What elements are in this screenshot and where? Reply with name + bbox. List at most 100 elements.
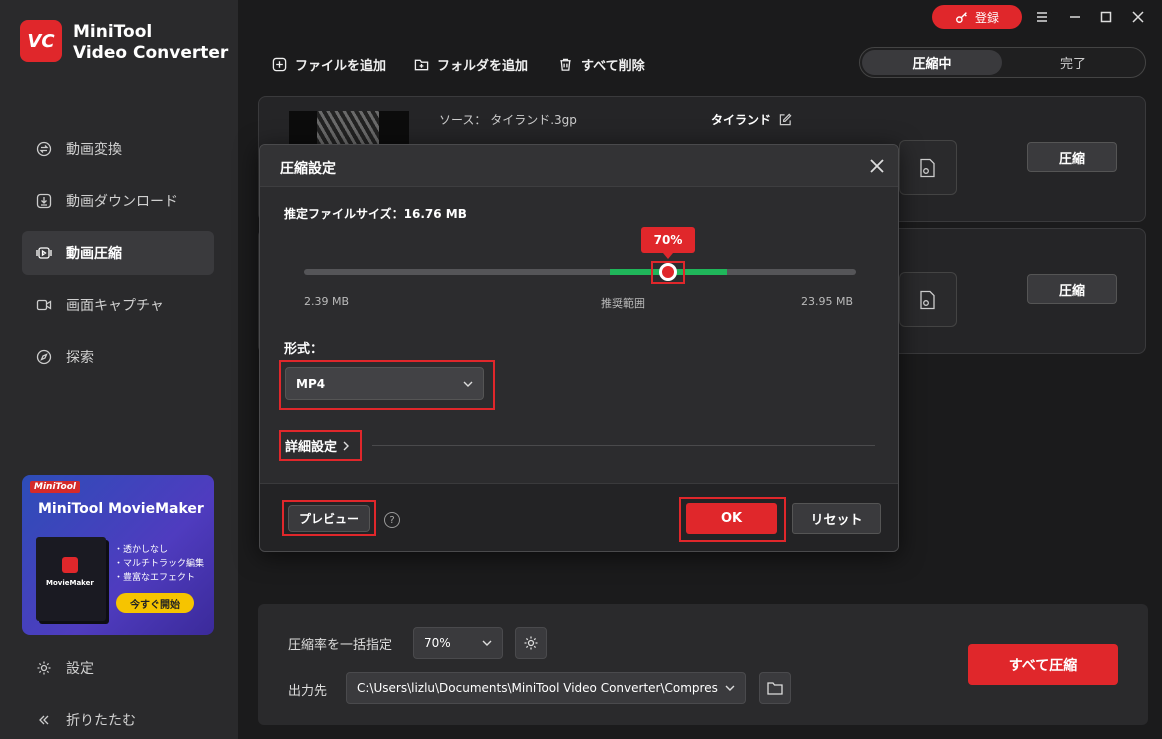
add-folder-label: フォルダを追加	[437, 58, 529, 74]
sidebar-item-label: 動画変換	[66, 142, 122, 158]
download-icon	[36, 193, 52, 209]
rate-select[interactable]: 70%	[413, 627, 503, 659]
chevron-down-icon	[482, 640, 492, 646]
source-filename: タイランド.3gp	[490, 113, 577, 127]
promo-feature: ・豊富なエフェクト	[114, 573, 196, 583]
add-file-icon	[272, 57, 287, 71]
promo-brand: MiniTool	[30, 481, 80, 493]
tab-compressing[interactable]: 圧縮中	[862, 50, 1002, 75]
compression-settings-dialog: 圧縮設定 推定ファイルサイズ：16.76 MB 70% 2.39 MB 推奨範囲…	[259, 144, 899, 552]
rate-value: 70%	[424, 636, 451, 650]
menu-icon[interactable]	[1033, 8, 1051, 26]
register-label: 登録	[974, 10, 999, 25]
maximize-icon[interactable]	[1097, 8, 1115, 26]
advanced-settings-toggle[interactable]: 詳細設定	[285, 436, 350, 455]
moviemaker-promo[interactable]: MiniTool MiniTool MovieMaker MovieMaker …	[22, 475, 214, 635]
compass-icon	[36, 349, 52, 365]
format-value: MP4	[296, 376, 326, 391]
chevron-down-icon	[463, 381, 473, 387]
app-logo: VC	[20, 20, 62, 62]
gear-icon	[524, 636, 538, 650]
moviemaker-logo-icon	[62, 557, 78, 573]
chevron-right-icon	[343, 441, 350, 450]
format-select[interactable]: MP4	[285, 367, 484, 400]
double-chevron-left-icon	[39, 715, 49, 725]
sidebar-item-label: 折りたたむ	[66, 713, 136, 729]
sidebar: VC MiniTool Video Converter 動画変換 動画ダウンロー…	[0, 0, 238, 739]
compression-slider-track[interactable]	[304, 269, 856, 275]
file-settings-icon	[920, 290, 935, 309]
compress-icon	[36, 247, 52, 259]
divider	[372, 445, 875, 446]
delete-all-button[interactable]: すべて削除	[558, 55, 645, 74]
slider-handle[interactable]	[659, 263, 677, 281]
target-name: タイランド	[711, 111, 792, 128]
source-label: ソース：	[439, 113, 487, 127]
help-icon[interactable]: ?	[384, 512, 400, 528]
promo-features: ・透かしなし ・マルチトラック編集 ・豊富なエフェクト	[114, 543, 204, 585]
sidebar-item-screen-capture[interactable]: 画面キャプチャ	[22, 283, 214, 327]
dialog-title: 圧縮設定	[280, 161, 336, 177]
reset-button[interactable]: リセット	[792, 503, 881, 534]
file-settings-button[interactable]	[899, 272, 957, 327]
estimated-size-label: 推定ファイルサイズ：	[284, 207, 404, 221]
sidebar-item-label: 動画ダウンロード	[66, 194, 178, 210]
output-path-select[interactable]: C:\Users\lizlu\Documents\MiniTool Video …	[346, 672, 746, 704]
add-folder-button[interactable]: フォルダを追加	[414, 55, 529, 74]
output-label: 出力先	[288, 684, 328, 699]
sidebar-item-video-convert[interactable]: 動画変換	[22, 127, 214, 171]
sidebar-item-label: 画面キャプチャ	[66, 298, 164, 314]
max-size-label: 23.95 MB	[801, 295, 854, 308]
register-button[interactable]: 登録	[932, 5, 1022, 29]
promo-box-text: MovieMaker	[46, 579, 94, 587]
ok-button[interactable]: OK	[686, 503, 777, 534]
camera-icon	[36, 299, 52, 311]
close-icon[interactable]	[868, 157, 886, 175]
sidebar-item-video-download[interactable]: 動画ダウンロード	[22, 179, 214, 223]
close-icon[interactable]	[1129, 8, 1147, 26]
sidebar-item-settings[interactable]: 設定	[22, 646, 214, 690]
source-info: ソース： タイランド.3gp	[439, 111, 577, 128]
estimated-size-value: 16.76 MB	[403, 207, 467, 221]
compress-all-button[interactable]: すべて圧縮	[968, 644, 1118, 685]
file-settings-icon	[920, 158, 935, 177]
promo-feature: ・マルチトラック編集	[114, 559, 205, 569]
key-icon	[956, 12, 967, 23]
sidebar-collapse[interactable]: 折りたたむ	[22, 698, 214, 739]
sidebar-item-label: 設定	[66, 661, 94, 677]
rate-label: 圧縮率を一括指定	[288, 638, 393, 653]
promo-title: MiniTool MovieMaker	[38, 501, 204, 517]
promo-feature: ・透かしなし	[114, 545, 169, 555]
format-label: 形式：	[284, 342, 324, 357]
sidebar-item-explore[interactable]: 探索	[22, 335, 214, 379]
sidebar-item-label: 探索	[66, 350, 94, 366]
compress-button[interactable]: 圧縮	[1027, 142, 1117, 172]
status-tabs: 圧縮中 完了	[859, 47, 1146, 78]
min-size-label: 2.39 MB	[304, 295, 350, 308]
sidebar-item-video-compress[interactable]: 動画圧縮	[22, 231, 214, 275]
preview-button[interactable]: プレビュー	[288, 505, 370, 532]
compress-button[interactable]: 圧縮	[1027, 274, 1117, 304]
add-folder-icon	[414, 59, 429, 70]
output-path: C:\Users\lizlu\Documents\MiniTool Video …	[357, 681, 718, 695]
browse-folder-button[interactable]	[759, 672, 791, 704]
recommended-range-label: 推奨範囲	[601, 297, 645, 310]
add-file-button[interactable]: ファイルを追加	[272, 55, 387, 74]
target-filename: タイランド	[711, 113, 772, 127]
minimize-icon[interactable]	[1066, 8, 1084, 26]
add-file-label: ファイルを追加	[295, 58, 387, 74]
bottom-panel: 圧縮率を一括指定 70% 出力先 C:\Users\lizlu\Document…	[258, 604, 1148, 725]
app-name-line2: Video Converter	[73, 43, 229, 63]
advanced-settings-label: 詳細設定	[285, 440, 338, 455]
promo-start-button[interactable]: 今すぐ開始	[116, 593, 194, 613]
gear-icon	[37, 661, 51, 675]
rate-settings-button[interactable]	[515, 627, 547, 659]
app-name-line1: MiniTool	[73, 22, 153, 42]
file-settings-button[interactable]	[899, 140, 957, 195]
sidebar-item-label: 動画圧縮	[66, 246, 122, 262]
tab-done[interactable]: 完了	[1003, 50, 1143, 75]
trash-icon	[560, 58, 571, 71]
convert-icon	[36, 141, 52, 157]
estimated-size: 推定ファイルサイズ：16.76 MB	[284, 205, 467, 222]
edit-icon[interactable]	[779, 113, 792, 126]
